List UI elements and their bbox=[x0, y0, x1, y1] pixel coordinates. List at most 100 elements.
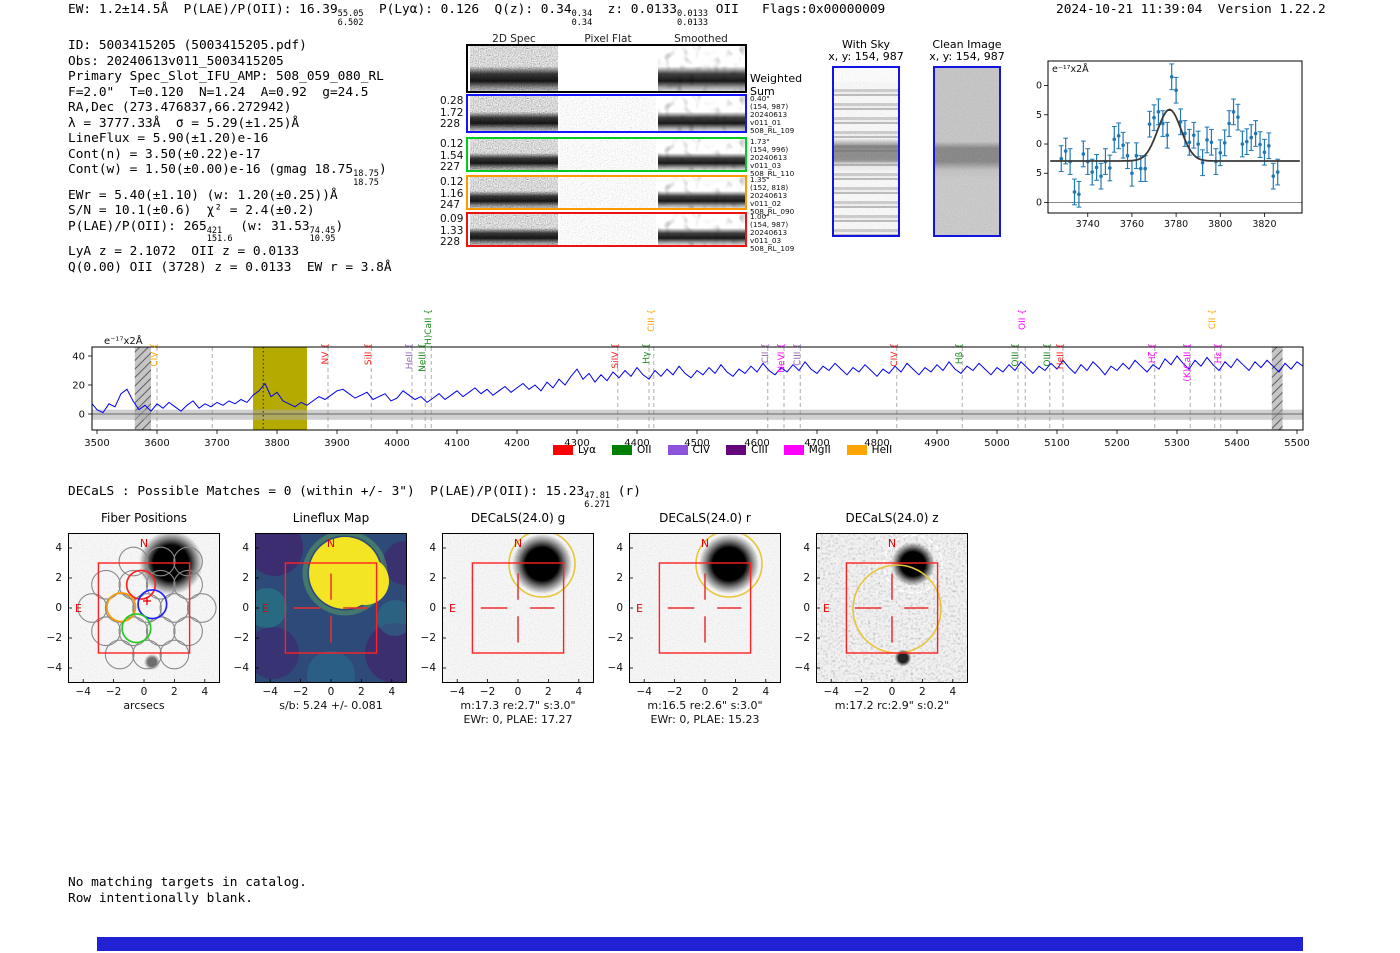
svg-el: NE bbox=[442, 533, 594, 683]
spec2d-row-annotation: 0.40" (154, 987) 20240613 v011_01 508_RL_109 bbox=[750, 95, 810, 135]
circle-el bbox=[1077, 192, 1081, 197]
spec2d-row-stats: 0.09 1.33 228 bbox=[440, 213, 468, 249]
x-tick-label: −4 bbox=[75, 686, 91, 698]
rect-el bbox=[560, 214, 656, 245]
footer-note-line2: Row intentionally blank. bbox=[68, 891, 253, 906]
cutout-caption-1: m:17.3 re:2.7" s:3.0" bbox=[460, 699, 576, 712]
rect-el bbox=[658, 139, 745, 170]
text-el: 4900 bbox=[924, 438, 949, 449]
text-el: 5000 bbox=[984, 438, 1009, 449]
emission-line-label: Hβ { bbox=[955, 343, 965, 364]
rect-el bbox=[816, 533, 968, 683]
circle-el bbox=[1090, 170, 1094, 174]
x-tick-label: −2 bbox=[666, 686, 683, 698]
legend-item: CIII bbox=[726, 444, 768, 456]
compass-east-label: E bbox=[449, 602, 456, 615]
legend-label: CIII bbox=[751, 444, 768, 456]
spec2d-cell-smoothed bbox=[658, 96, 745, 131]
emission-line-label: OII { bbox=[1018, 309, 1028, 330]
circle-el bbox=[1209, 140, 1214, 145]
x-tick-label: 4 bbox=[762, 686, 770, 698]
x-tick-label: 4 bbox=[388, 686, 396, 698]
compass-north-label: N bbox=[701, 537, 709, 550]
spec2d-row-stats: 0.28 1.72 228 bbox=[440, 95, 468, 131]
text-el: 3800 bbox=[1208, 219, 1232, 230]
text-el: 3500 bbox=[84, 438, 109, 449]
x-tick-label: −4 bbox=[449, 686, 465, 698]
text-segment: (r) bbox=[610, 484, 641, 499]
flux-units-label: e⁻¹⁷x2Å bbox=[104, 334, 143, 347]
circle-el bbox=[1236, 115, 1240, 119]
circle-el bbox=[1187, 140, 1192, 145]
spec2d-row bbox=[466, 212, 747, 247]
y-tick-label: 4 bbox=[242, 542, 249, 554]
y-tick-label: 2 bbox=[616, 572, 623, 584]
bright-source-blob bbox=[891, 542, 935, 586]
rect-el bbox=[658, 96, 745, 131]
spec2d-cell-pixelflat bbox=[560, 96, 656, 131]
legend-swatch bbox=[726, 445, 747, 455]
y-tick-label: 4 bbox=[616, 542, 623, 554]
circle-el bbox=[1267, 143, 1271, 148]
classification-footer-bar bbox=[97, 937, 1303, 951]
svg-el: NE bbox=[255, 533, 407, 683]
info-line: LyA z = 2.1072 OII z = 0.0133 bbox=[68, 244, 392, 260]
stat-value: 228 bbox=[440, 118, 461, 130]
annotation-line: 508_RL_109 bbox=[750, 126, 795, 135]
text-segment: Cont(w) = 1.50(±0.00)e-16 (gmag 18.75 bbox=[68, 162, 354, 177]
rect-el bbox=[470, 46, 558, 91]
circle-el bbox=[341, 557, 389, 605]
full-spectrum-chart: 3500 3600 3700 3800 3900 4000 4100 4200 4300 4400… bbox=[60, 265, 1350, 465]
svg-el: NE bbox=[68, 533, 220, 683]
circle-el bbox=[1253, 131, 1258, 136]
spec2d-cell-pixelflat bbox=[560, 139, 656, 170]
legend-swatch bbox=[667, 445, 688, 455]
svg-el: NE bbox=[816, 533, 968, 683]
circle-el bbox=[1200, 160, 1205, 165]
text-el: 3900 bbox=[324, 438, 349, 449]
legend-item: OII bbox=[612, 444, 652, 456]
info-line: Cont(n) = 3.50(±0.22)e-17 bbox=[68, 147, 392, 163]
text-el: 5300 bbox=[1164, 438, 1189, 449]
spec2d-cell-pixelflat bbox=[560, 214, 656, 245]
text-segment: LyA z = 2.1072 OII z = 0.0133 bbox=[68, 244, 300, 260]
rect-el bbox=[470, 96, 558, 131]
legend-label: CIV bbox=[692, 444, 711, 456]
x-tick-label: −2 bbox=[292, 686, 309, 698]
emission-line-label: CIII { bbox=[647, 309, 657, 332]
circle-el bbox=[1205, 138, 1209, 142]
text-segment: Primary Spec_Slot_IFU_AMP: 508_059_080_R… bbox=[68, 69, 384, 84]
bright-source-blob bbox=[139, 533, 203, 595]
spec2d-cell-smoothed bbox=[658, 177, 745, 208]
y-tick-label: 4 bbox=[803, 542, 810, 554]
info-line: RA,Dec (273.476837,66.272942) bbox=[68, 100, 392, 116]
x-tick-label: 0 bbox=[701, 686, 709, 698]
compass-north-label: N bbox=[888, 537, 896, 550]
spec2d-cell-pixelflat bbox=[560, 46, 656, 91]
circle-el bbox=[1156, 110, 1161, 114]
clean-xy-label: x, y: 154, 987 bbox=[929, 50, 1005, 63]
decals-match-line: DECaLS : Possible Matches = 0 (within +/… bbox=[68, 484, 641, 510]
text-el: 5200 bbox=[1104, 438, 1129, 449]
text-el: 10 bbox=[1036, 139, 1042, 150]
sub-value: 6.271 bbox=[584, 499, 611, 510]
info-line: Obs: 20240613v011_5003415205 bbox=[68, 54, 392, 70]
text-el: 5100 bbox=[1044, 438, 1069, 449]
cutout-panel: NE bbox=[68, 533, 220, 683]
y-tick-label: 0 bbox=[803, 602, 810, 614]
y-tick-label: −2 bbox=[794, 632, 810, 644]
sub-value: 0.0133 bbox=[677, 17, 709, 28]
legend-label: Lyα bbox=[578, 444, 597, 456]
text-segment: P(LAE)/P(OII): 265 bbox=[68, 218, 207, 234]
text-segment: P(Lyα): 0.126 Q(z): 0.34 bbox=[363, 2, 572, 17]
rect-el bbox=[658, 177, 745, 208]
text-segment: z: 0.0133 bbox=[592, 2, 678, 17]
text-el: 20 bbox=[1036, 81, 1042, 92]
header-datetime-version: 2024-10-21 11:39:04 Version 1.22.2 bbox=[1056, 2, 1326, 17]
y-tick-label: −2 bbox=[607, 632, 623, 644]
sup-sub-fraction: 55.05 6.502 bbox=[338, 10, 364, 28]
circle-el bbox=[1174, 88, 1178, 93]
sub-value: 18.75 bbox=[353, 177, 379, 188]
text-el: 40 bbox=[72, 352, 85, 363]
emission-line-label: Hγ { bbox=[642, 343, 652, 364]
